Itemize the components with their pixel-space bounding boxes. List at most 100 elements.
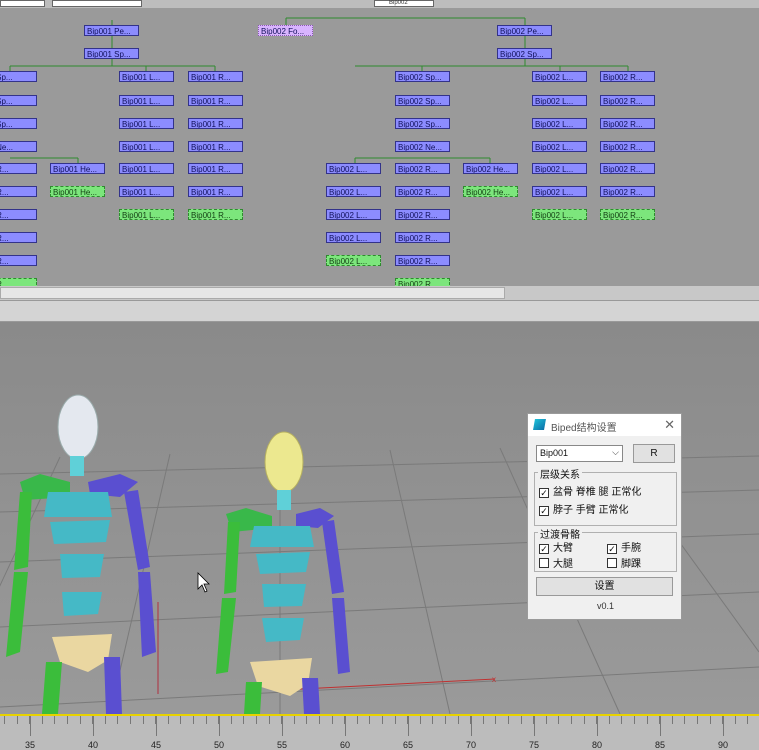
ankle-checkbox[interactable]: 脚踝 (607, 555, 641, 570)
thigh-checkbox[interactable]: 大腿 (539, 555, 573, 570)
schematic-node[interactable]: 01 Sp... (0, 118, 37, 129)
schematic-node[interactable]: Bip001 L... (119, 141, 174, 152)
biped-001-spine-1[interactable] (60, 554, 104, 578)
schematic-node[interactable]: Bip002 L... (532, 209, 587, 220)
schematic-node[interactable]: Bip001 R... (188, 118, 243, 129)
schematic-node[interactable]: Bip001 L... (119, 71, 174, 82)
schematic-view[interactable]: Bip002 Bip001 Pe... Bip001 Sp... Bip002 Fo… (0, 0, 759, 286)
schematic-node[interactable]: Bip001 R... (188, 209, 243, 220)
close-icon[interactable]: ✕ (664, 417, 675, 433)
schematic-node[interactable]: Bip002 L... (326, 209, 381, 220)
schematic-node[interactable]: Bip002 Ne... (395, 141, 450, 152)
schematic-node[interactable]: 01 Sp... (0, 71, 37, 82)
schematic-node[interactable]: Bip001 L... (119, 163, 174, 174)
schematic-node[interactable]: Bip001 Pe... (84, 25, 139, 36)
panel-separator[interactable] (0, 300, 759, 322)
chevron-down-icon[interactable]: ⌵ (612, 447, 619, 458)
schematic-node[interactable]: Bip001 R... (188, 141, 243, 152)
schematic-node[interactable]: Bip002 R... (600, 95, 655, 106)
schematic-node[interactable]: Bip002 R... (600, 71, 655, 82)
schematic-node[interactable]: Bip002 L... (326, 232, 381, 243)
biped-001-spine-0[interactable] (62, 592, 102, 616)
checkbox-box[interactable]: ✓ (539, 544, 549, 554)
schematic-node[interactable]: Bip001 R... (188, 186, 243, 197)
dialog-titlebar[interactable]: Biped结构设置 ✕ (528, 414, 681, 436)
biped-002-right-thigh[interactable] (302, 678, 320, 714)
schematic-node[interactable]: Bip001 L... (119, 186, 174, 197)
biped-002-head[interactable] (264, 431, 304, 493)
schematic-node[interactable]: Bip002 R... (600, 163, 655, 174)
schematic-node[interactable]: Bip002 L... (326, 163, 381, 174)
schematic-node[interactable]: Bip002 R... (395, 278, 450, 286)
schematic-node[interactable]: 01 R... (0, 186, 37, 197)
schematic-node[interactable]: Bip001 L... (119, 118, 174, 129)
schematic-node[interactable]: 01 R... (0, 255, 37, 266)
schematic-node[interactable]: Bip001 He... (50, 163, 105, 174)
checkbox-box[interactable] (607, 558, 617, 568)
schematic-node[interactable]: Bip002 R... (395, 255, 450, 266)
biped-002-upper-chest[interactable] (250, 526, 314, 547)
schematic-node[interactable]: Bip002 R... (600, 186, 655, 197)
schematic-node[interactable]: Bip002 L... (532, 118, 587, 129)
schematic-horizontal-scrollbar[interactable] (0, 286, 759, 300)
schematic-node[interactable]: 01 Sp... (0, 95, 37, 106)
biped-001-right-thigh[interactable] (104, 657, 122, 714)
checkbox-box[interactable]: ✓ (539, 506, 549, 516)
pelvis-spine-leg-normalize-checkbox[interactable]: ✓ 盆骨 脊椎 腿 正常化 (539, 483, 641, 498)
schematic-node[interactable]: Bip002 R... (395, 163, 450, 174)
schematic-node[interactable]: Bip001 Sp... (84, 48, 139, 59)
upperarm-checkbox[interactable]: ✓ 大臂 (539, 539, 573, 554)
checkbox-box[interactable] (539, 558, 549, 568)
wrist-checkbox[interactable]: ✓ 手腕 (607, 539, 641, 554)
scrollbar-thumb[interactable] (0, 287, 505, 299)
schematic-node[interactable]: Bip002 Sp... (395, 71, 450, 82)
schematic-node[interactable]: Bip002 L... (532, 163, 587, 174)
schematic-node[interactable]: Bip002 R... (395, 186, 450, 197)
schematic-node[interactable]: Bip002 L... (532, 71, 587, 82)
schematic-node[interactable]: 01 R... (0, 278, 37, 286)
schematic-node[interactable]: Bip002 Fo... (258, 25, 313, 36)
biped-select[interactable]: Bip001 ⌵ (536, 445, 623, 462)
schematic-node[interactable]: Bip002 R... (395, 209, 450, 220)
schematic-node[interactable]: Bip001 R... (188, 71, 243, 82)
biped-001-upper-chest[interactable] (44, 492, 112, 517)
schematic-node[interactable]: Bip001 He... (50, 186, 105, 197)
schematic-node[interactable]: 01 R... (0, 163, 37, 174)
biped-002-spine-2[interactable] (256, 552, 310, 574)
schematic-node[interactable]: Bip002 Pe... (497, 25, 552, 36)
timeline-ruler[interactable]: 35 40 45 50 55 60 65 70 75 80 85 90 (0, 714, 759, 750)
schematic-node[interactable]: Bip002 R... (600, 141, 655, 152)
schematic-node[interactable]: 01 Ne... (0, 141, 37, 152)
schematic-node[interactable]: Bip002 R... (600, 209, 655, 220)
neck-arm-normalize-checkbox[interactable]: ✓ 脖子 手臂 正常化 (539, 501, 629, 516)
schematic-node[interactable]: 01 R... (0, 209, 37, 220)
schematic-node[interactable]: Bip002 L... (532, 141, 587, 152)
apply-settings-button[interactable]: 设置 (536, 577, 673, 596)
schematic-node[interactable]: Bip001 L... (119, 209, 174, 220)
schematic-node[interactable]: Bip002 L... (532, 186, 587, 197)
schematic-node[interactable]: Bip002 He... (463, 163, 518, 174)
schematic-node[interactable]: Bip002 R... (600, 118, 655, 129)
schematic-node[interactable]: Bip002 Sp... (395, 95, 450, 106)
schematic-node[interactable]: Bip002 L... (326, 186, 381, 197)
checkbox-box[interactable]: ✓ (607, 544, 617, 554)
schematic-node[interactable]: Bip002 He... (463, 186, 518, 197)
schematic-node[interactable]: Bip002 L... (532, 95, 587, 106)
biped-001-neck[interactable] (70, 456, 84, 476)
schematic-node[interactable]: Bip001 R... (188, 163, 243, 174)
biped-002-spine-1[interactable] (262, 584, 306, 607)
biped-002-neck[interactable] (277, 490, 291, 510)
schematic-node[interactable]: Bip002 R... (395, 232, 450, 243)
schematic-node[interactable]: Bip001 L... (119, 95, 174, 106)
checkbox-box[interactable]: ✓ (539, 488, 549, 498)
schematic-node[interactable]: Bip001 R... (188, 95, 243, 106)
schematic-node[interactable]: Bip002 L... (326, 255, 381, 266)
biped-002-left-thigh[interactable] (244, 682, 262, 714)
schematic-node[interactable]: Bip002 Sp... (395, 118, 450, 129)
biped-001-head[interactable] (57, 394, 99, 460)
biped-001-spine-2[interactable] (50, 520, 110, 544)
refresh-button[interactable]: R (633, 444, 675, 463)
schematic-node[interactable]: Bip002 Sp... (497, 48, 552, 59)
biped-002-spine-0[interactable] (262, 618, 304, 642)
schematic-node[interactable]: 01 R... (0, 232, 37, 243)
